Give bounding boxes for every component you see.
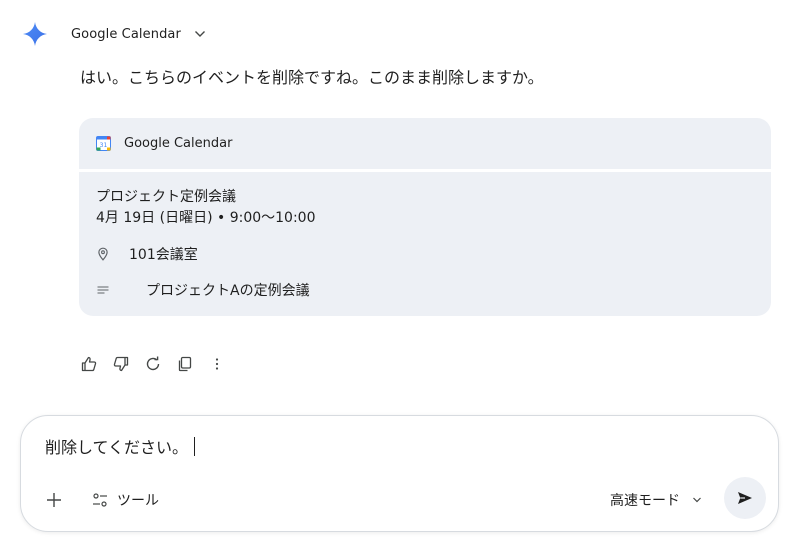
send-button[interactable] — [724, 477, 766, 519]
thumbs-up-icon[interactable] — [80, 355, 98, 373]
gemini-sparkle-icon — [23, 22, 47, 46]
prompt-input-box[interactable]: 削除してください。 ツール 高速モード — [20, 415, 779, 532]
event-description: プロジェクトAの定例会議 — [146, 283, 310, 299]
send-icon — [738, 492, 752, 504]
event-description-row: プロジェクトAの定例会議 — [96, 280, 310, 300]
event-title: プロジェクト定例会議 — [96, 189, 236, 205]
thumbs-down-icon[interactable] — [112, 355, 130, 373]
calendar-event-card: 31 Google Calendar プロジェクト定例会議 4月 19日 (日曜… — [79, 118, 771, 316]
event-location-row: 101会議室 — [96, 244, 198, 264]
event-datetime: 4月 19日 (日曜日) • 9:00〜10:00 — [96, 210, 316, 226]
calendar-icon-day: 31 — [100, 142, 108, 149]
location-pin-icon — [98, 247, 108, 261]
prompt-input-value: 削除してください。 — [45, 438, 189, 457]
extension-title[interactable]: Google Calendar — [71, 27, 181, 42]
tools-button[interactable]: ツール — [92, 489, 159, 511]
regenerate-icon[interactable] — [144, 355, 162, 373]
response-actions — [80, 355, 240, 373]
chevron-down-icon[interactable] — [193, 27, 207, 41]
mode-label: 高速モード — [610, 493, 680, 509]
gemini-chat-page: Google Calendar はい。こちらのイベントを削除ですね。このまま削除… — [0, 0, 806, 551]
tools-sliders-icon — [93, 493, 107, 507]
chevron-down-icon — [693, 497, 701, 503]
tools-label: ツール — [117, 493, 159, 509]
prompt-input[interactable]: 削除してください。 — [45, 436, 196, 460]
add-attachment-icon[interactable] — [43, 489, 65, 511]
event-location: 101会議室 — [129, 247, 198, 263]
copy-icon[interactable] — [176, 355, 194, 373]
extension-header: Google Calendar — [22, 20, 207, 48]
text-caret — [194, 437, 196, 456]
more-vert-icon[interactable] — [208, 355, 226, 373]
card-source-label: Google Calendar — [124, 136, 233, 151]
assistant-response-text: はい。こちらのイベントを削除ですね。このまま削除しますか。 — [80, 68, 544, 87]
card-header[interactable]: 31 Google Calendar — [79, 118, 771, 172]
event-details: プロジェクト定例会議 4月 19日 (日曜日) • 9:00〜10:00 101… — [79, 172, 771, 316]
google-calendar-icon: 31 — [96, 136, 111, 151]
mode-selector[interactable]: 高速モード — [610, 489, 703, 511]
notes-icon — [97, 286, 109, 294]
